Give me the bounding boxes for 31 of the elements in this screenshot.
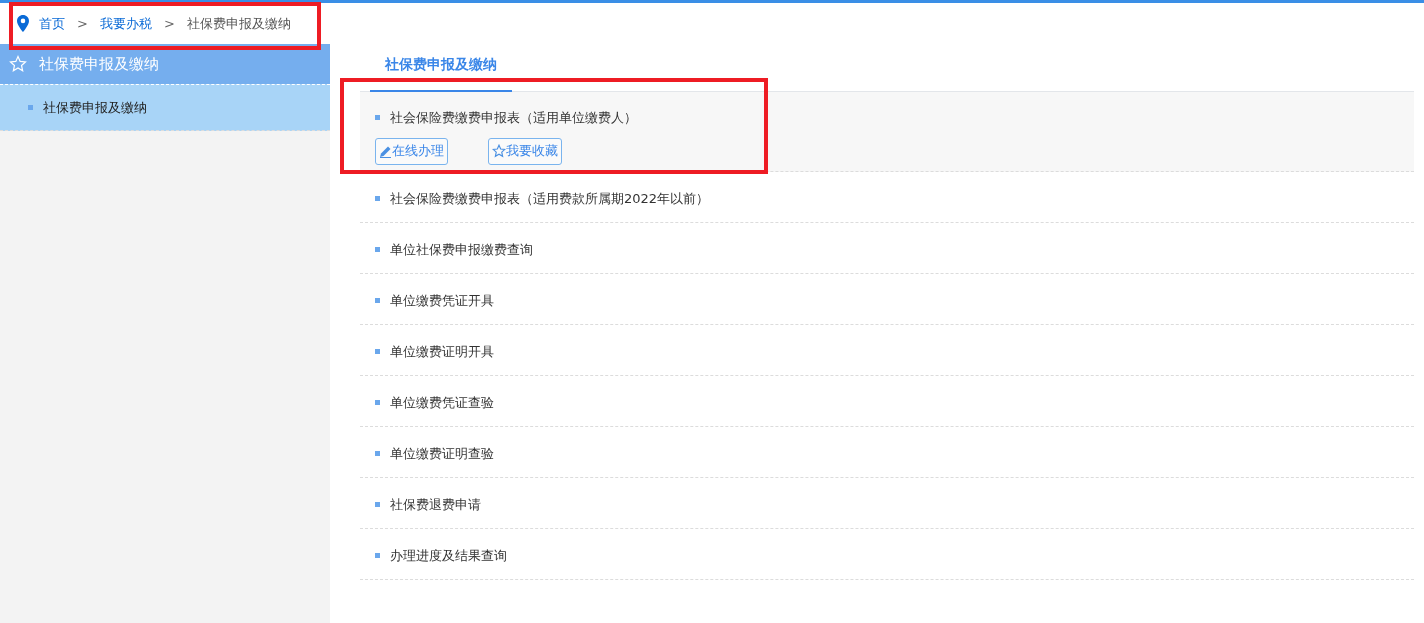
bullet-icon <box>375 115 380 121</box>
service-link[interactable]: 单位缴费证明开具 <box>390 342 494 362</box>
service-link[interactable]: 单位缴费凭证开具 <box>390 291 494 311</box>
bullet-icon <box>375 247 380 253</box>
sidebar-item[interactable]: 社保费申报及缴纳 <box>0 84 330 131</box>
service-link[interactable]: 单位缴费证明查验 <box>390 444 494 464</box>
breadcrumb-current: 社保费申报及缴纳 <box>186 14 291 33</box>
bullet-icon <box>375 196 380 202</box>
bullet-icon <box>375 502 380 508</box>
service-link[interactable]: 单位社保费申报缴费查询 <box>390 240 533 260</box>
breadcrumb-separator: > <box>76 14 89 33</box>
favorite-button[interactable]: 我要收藏 <box>488 137 562 165</box>
service-link[interactable]: 社会保险费缴费申报表（适用单位缴费人） <box>390 108 637 128</box>
location-pin-icon <box>17 15 29 32</box>
breadcrumb-separator: > <box>162 14 176 33</box>
service-link[interactable]: 单位缴费凭证查验 <box>390 393 494 413</box>
bullet-icon <box>375 349 380 355</box>
breadcrumb-link[interactable]: 首页 <box>39 13 65 34</box>
bullet-icon <box>375 451 380 457</box>
bullet-icon <box>375 553 380 559</box>
star-icon <box>492 144 506 158</box>
star-icon <box>9 55 27 73</box>
service-link[interactable]: 办理进度及结果查询 <box>390 546 507 566</box>
bullet-icon <box>375 298 380 304</box>
pencil-icon <box>379 144 392 158</box>
online-handle-button[interactable]: 在线办理 <box>375 137 448 165</box>
service-link[interactable]: 社会保险费缴费申报表（适用费款所属期2022年以前） <box>390 189 710 209</box>
service-link[interactable]: 社保费退费申请 <box>390 495 481 515</box>
breadcrumb-link[interactable]: 我要办税 <box>99 13 152 34</box>
bullet-icon <box>375 400 380 406</box>
sidebar-title: 社保费申报及缴纳 <box>39 53 159 75</box>
